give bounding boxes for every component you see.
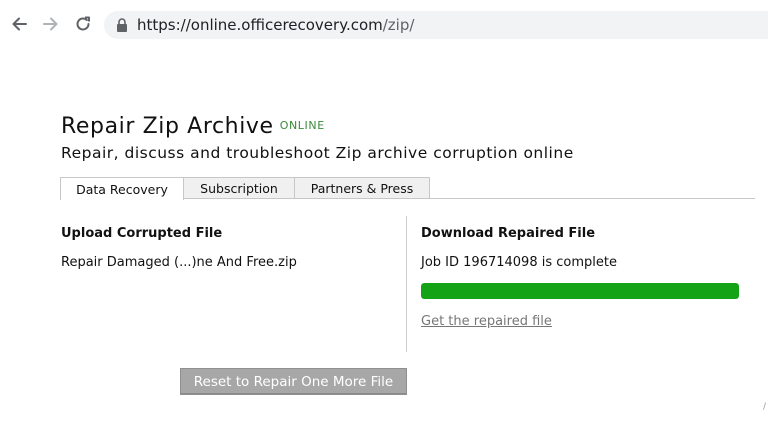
get-repaired-file-link[interactable]: Get the repaired file <box>421 314 552 329</box>
job-status: Job ID 196714098 is complete <box>421 255 617 270</box>
progress-bar <box>421 283 739 299</box>
progress-fill <box>421 283 739 299</box>
uploaded-filename: Repair Damaged (...)ne And Free.zip <box>61 255 297 270</box>
address-bar[interactable]: https://online.officerecovery.com/zip/ <box>104 11 768 39</box>
lock-icon <box>117 18 127 32</box>
reset-repair-button[interactable]: Reset to Repair One More File <box>180 368 407 395</box>
tab-bar: Data Recovery Subscription Partners & Pr… <box>60 177 430 200</box>
column-divider <box>406 216 407 352</box>
url-text[interactable]: https://online.officerecovery.com/zip/ <box>137 16 414 34</box>
online-badge: ONLINE <box>279 119 325 132</box>
tab-partners-press[interactable]: Partners & Press <box>294 177 430 199</box>
url-host: https://online.officerecovery.com <box>137 16 383 34</box>
url-path: /zip/ <box>382 16 415 34</box>
corner-glyph: / <box>763 402 767 412</box>
back-arrow-icon[interactable] <box>8 13 30 35</box>
download-heading: Download Repaired File <box>421 226 596 241</box>
reload-icon[interactable] <box>72 13 94 35</box>
upload-panel: Upload Corrupted File Repair Damaged (..… <box>61 226 297 270</box>
browser-toolbar: https://online.officerecovery.com/zip/ <box>0 0 768 48</box>
page-subtitle: Repair, discuss and troubleshoot Zip arc… <box>61 144 574 162</box>
tab-data-recovery[interactable]: Data Recovery <box>60 177 184 200</box>
forward-arrow-icon[interactable] <box>40 13 62 35</box>
tab-subscription[interactable]: Subscription <box>183 177 295 199</box>
page-title: Repair Zip Archive <box>61 114 274 139</box>
upload-heading: Upload Corrupted File <box>61 226 223 241</box>
download-panel: Download Repaired File Job ID 196714098 … <box>421 226 617 270</box>
page-header: Repair Zip Archive ONLINE <box>61 114 325 139</box>
